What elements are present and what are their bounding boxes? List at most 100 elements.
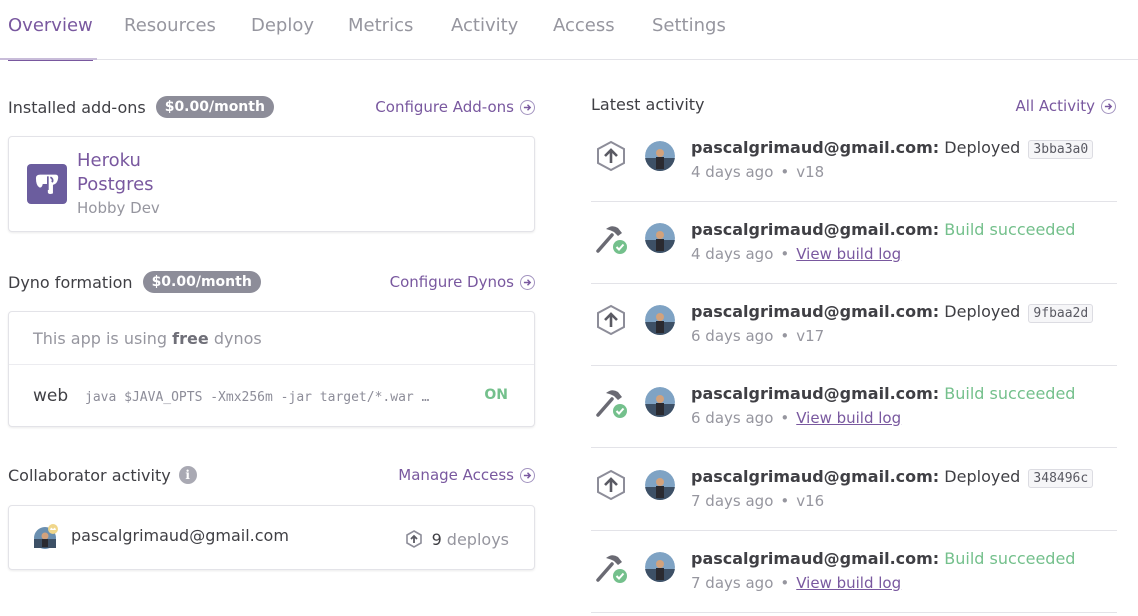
all-activity-label: All Activity <box>1015 97 1095 115</box>
dyno-process-type: web <box>33 386 69 406</box>
build-hammer-icon <box>594 385 628 419</box>
avatar <box>645 305 675 335</box>
configure-addons-label: Configure Add-ons <box>375 98 514 116</box>
dyno-info-bold: free <box>172 329 209 348</box>
latest-activity-title: Latest activity <box>591 95 705 114</box>
view-build-log-link[interactable]: View build log <box>796 245 901 263</box>
activity-time: 7 days ago <box>691 492 774 510</box>
activity-user: pascalgrimaud@gmail.com: <box>691 302 940 321</box>
activity-time: 7 days ago <box>691 574 774 592</box>
view-build-log-link[interactable]: View build log <box>796 409 901 427</box>
tab-overview[interactable]: Overview <box>8 0 93 61</box>
activity-summary: pascalgrimaud@gmail.com: Build succeeded <box>691 549 1075 568</box>
addon-name[interactable]: Heroku Postgres <box>77 149 197 197</box>
tab-activity[interactable]: Activity <box>451 0 518 60</box>
build-hammer-icon <box>594 221 628 255</box>
activity-item: pascalgrimaud@gmail.com: Build succeeded… <box>591 202 1117 284</box>
activity-user: pascalgrimaud@gmail.com: <box>691 138 940 157</box>
avatar <box>645 223 675 253</box>
activity-user: pascalgrimaud@gmail.com: <box>691 467 940 486</box>
configure-dynos-label: Configure Dynos <box>389 273 514 291</box>
dyno-info-suffix: dynos <box>213 329 262 348</box>
activity-time: 6 days ago <box>691 327 774 345</box>
release-version: v16 <box>796 492 825 510</box>
arrow-right-circle-icon <box>520 467 535 483</box>
active-tab-indicator <box>0 58 97 60</box>
activity-action: Deployed <box>944 302 1021 321</box>
collab-title: Collaborator activity <box>8 465 171 485</box>
activity-summary: pascalgrimaud@gmail.com: Build succeeded <box>691 384 1075 403</box>
activity-action: Deployed <box>944 138 1021 157</box>
configure-dynos-link[interactable]: Configure Dynos <box>390 273 535 291</box>
collaborator-email: pascalgrimaud@gmail.com <box>71 526 289 545</box>
deploy-upload-icon <box>594 139 628 173</box>
commit-sha[interactable]: 348496c <box>1028 469 1094 488</box>
separator-dot: • <box>780 245 790 263</box>
tab-metrics[interactable]: Metrics <box>348 0 413 60</box>
manage-access-link[interactable]: Manage Access <box>398 466 535 484</box>
activity-meta: 6 days ago • View build log <box>691 409 901 427</box>
dyno-status-toggle[interactable]: ON <box>484 387 508 403</box>
dynos-header: Dyno formation $0.00/month Configure Dyn… <box>8 267 535 297</box>
separator-dot: • <box>780 409 790 427</box>
view-build-log-link[interactable]: View build log <box>796 574 901 592</box>
activity-user: pascalgrimaud@gmail.com: <box>691 384 940 403</box>
activity-meta: 4 days ago • View build log <box>691 245 901 263</box>
release-version: v17 <box>796 327 825 345</box>
collaborator-card: pascalgrimaud@gmail.com 9 deploys <box>8 505 535 570</box>
activity-summary: pascalgrimaud@gmail.com: Deployed 9fbaa2… <box>691 302 1094 323</box>
activity-item: pascalgrimaud@gmail.com: Build succeeded… <box>591 366 1117 448</box>
release-version: v18 <box>796 163 825 181</box>
activity-item: pascalgrimaud@gmail.com: Deployed 3bba3a… <box>591 120 1117 202</box>
app-tabs: Overview Resources Deploy Metrics Activi… <box>0 0 1138 61</box>
activity-action: Build succeeded <box>944 220 1076 239</box>
avatar <box>645 141 675 171</box>
tab-resources[interactable]: Resources <box>124 0 216 60</box>
avatar <box>645 387 675 417</box>
activity-time: 4 days ago <box>691 163 774 181</box>
arrow-right-circle-icon <box>520 274 535 290</box>
activity-action: Build succeeded <box>944 384 1076 403</box>
arrow-right-circle-icon <box>520 99 535 115</box>
separator-dot: • <box>780 492 790 510</box>
info-icon[interactable]: i <box>178 466 197 484</box>
addons-header: Installed add-ons $0.00/month Configure … <box>8 92 535 122</box>
addons-price-badge: $0.00/month <box>155 96 274 118</box>
avatar <box>645 470 675 500</box>
avatar <box>645 552 675 582</box>
activity-meta: 6 days ago • v17 <box>691 327 824 345</box>
deploy-count-label: deploys <box>446 529 509 549</box>
tab-settings[interactable]: Settings <box>652 0 726 60</box>
separator-dot: • <box>780 327 790 345</box>
collaborator-deploy-count: 9 deploys <box>404 529 509 549</box>
activity-time: 6 days ago <box>691 409 774 427</box>
activity-item: pascalgrimaud@gmail.com: Build succeeded… <box>591 531 1117 613</box>
addons-title: Installed add-ons <box>8 97 146 117</box>
activity-action: Build succeeded <box>944 549 1076 568</box>
activity-summary: pascalgrimaud@gmail.com: Deployed 3bba3a… <box>691 138 1094 159</box>
build-hammer-icon <box>594 550 628 584</box>
configure-addons-link[interactable]: Configure Add-ons <box>375 98 535 116</box>
commit-sha[interactable]: 3bba3a0 <box>1028 140 1094 159</box>
commit-sha[interactable]: 9fbaa2d <box>1028 304 1094 323</box>
dynos-title: Dyno formation <box>8 272 133 292</box>
addon-card-postgres[interactable]: Heroku Postgres Hobby Dev <box>8 136 535 232</box>
arrow-right-circle-icon <box>1101 98 1116 114</box>
postgres-elephant-icon <box>27 164 67 204</box>
deploy-upload-icon <box>405 530 422 548</box>
all-activity-link[interactable]: All Activity <box>1016 97 1116 115</box>
activity-time: 4 days ago <box>691 245 774 263</box>
separator-dot: • <box>780 574 790 592</box>
deploy-upload-icon <box>594 303 628 337</box>
dyno-process-command: java $JAVA_OPTS -Xmx256m -jar target/*.w… <box>85 390 430 405</box>
tab-deploy[interactable]: Deploy <box>251 0 314 60</box>
separator-dot: • <box>780 163 790 181</box>
activity-summary: pascalgrimaud@gmail.com: Deployed 348496… <box>691 467 1094 488</box>
addon-plan: Hobby Dev <box>77 199 160 217</box>
activity-item: pascalgrimaud@gmail.com: Deployed 348496… <box>591 449 1117 531</box>
activity-meta: 7 days ago • v16 <box>691 492 824 510</box>
dyno-divider <box>9 364 534 365</box>
tab-access[interactable]: Access <box>553 0 615 60</box>
activity-action: Deployed <box>944 467 1021 486</box>
collab-header: Collaborator activity i Manage Access <box>8 460 535 490</box>
